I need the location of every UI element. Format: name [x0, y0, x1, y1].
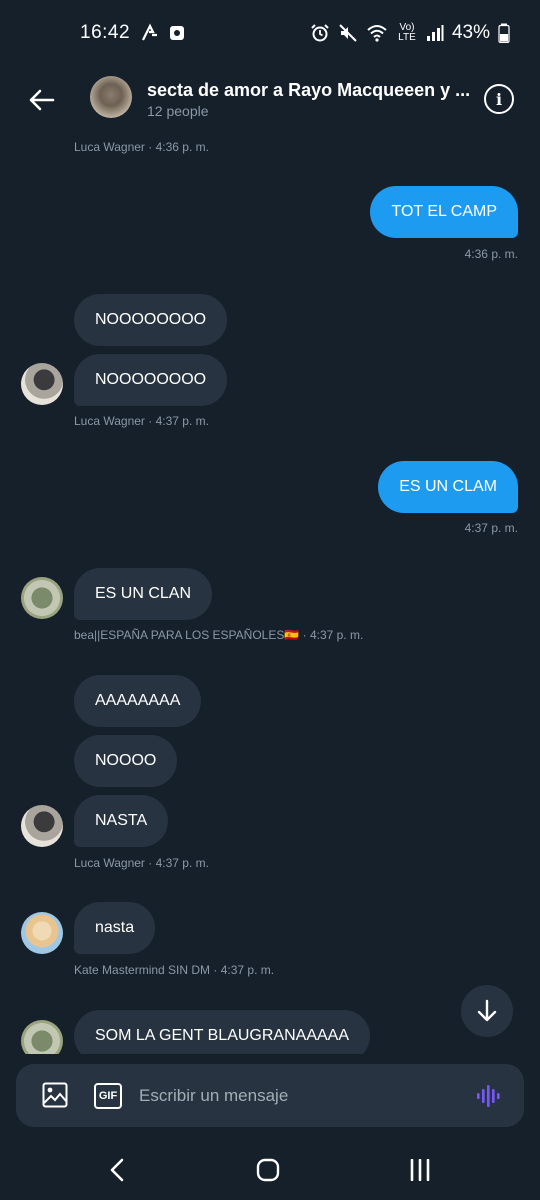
nav-recents-button[interactable] [402, 1154, 438, 1186]
image-icon [42, 1082, 68, 1108]
avatar[interactable] [21, 363, 63, 405]
message-bubble-received[interactable]: ES UN CLAN [74, 568, 213, 620]
avatar[interactable] [21, 1020, 63, 1054]
app-notification-icon [142, 23, 158, 41]
alarm-icon [311, 24, 329, 42]
message-bubble-received[interactable]: nasta [74, 902, 156, 954]
avatar[interactable] [21, 577, 63, 619]
message-bubble-received[interactable]: NOOOOOOOO [74, 294, 228, 346]
message-bubble-received[interactable]: SOM LA GENT BLAUGRANAAAAA [74, 1010, 371, 1054]
mute-icon [339, 24, 357, 42]
nav-home-button[interactable] [250, 1154, 286, 1186]
voice-waveform-icon [477, 1085, 500, 1107]
network-label: Vo) LTE [398, 22, 416, 43]
message-bubble-received[interactable]: NOOOOOOOO [74, 354, 228, 406]
info-icon: i [495, 89, 503, 109]
message-bubble-received[interactable]: AAAAAAAA [74, 675, 202, 727]
status-time: 16:42 [80, 22, 131, 43]
signal-icon [426, 25, 444, 41]
voice-message-button[interactable] [476, 1083, 502, 1114]
group-member-count: 12 people [147, 103, 209, 119]
system-navigation-bar [0, 1140, 540, 1200]
back-button[interactable] [26, 84, 58, 116]
wifi-icon [367, 25, 387, 42]
message-meta: Kate Mastermind SIN DM · 4:37 p. m. [74, 963, 275, 977]
avatar[interactable] [21, 912, 63, 954]
message-composer: GIF [16, 1064, 524, 1127]
message-bubble-sent[interactable]: TOT EL CAMP [370, 186, 518, 238]
message-meta: bea||ESPAÑA PARA LOS ESPAÑOLES🇪🇸 · 4:37 … [74, 628, 364, 642]
arrow-down-icon [477, 999, 497, 1022]
app-notification-icon-2 [170, 26, 185, 40]
message-bubble-sent[interactable]: ES UN CLAM [378, 461, 518, 513]
status-bar: 16:42 Vo) LTE 43% [0, 0, 540, 66]
message-bubble-received[interactable]: NASTA [74, 795, 169, 847]
message-meta: 4:37 p. m. [464, 521, 518, 535]
nav-back-icon [110, 1158, 124, 1182]
group-avatar[interactable] [90, 76, 132, 118]
scroll-to-bottom-button[interactable] [461, 985, 513, 1037]
nav-recents-icon [410, 1159, 430, 1181]
group-title[interactable]: secta de amor a Rayo Macqueeen y ... [147, 80, 479, 101]
gif-button[interactable]: GIF [94, 1083, 122, 1109]
nav-back-button[interactable] [99, 1154, 135, 1186]
battery-icon [498, 23, 510, 43]
battery-percent: 43% [451, 22, 490, 43]
message-meta: 4:36 p. m. [464, 247, 518, 261]
message-meta: Luca Wagner · 4:37 p. m. [74, 856, 209, 870]
clipped-message-row: SOM LA GENT BLAUGRANAAAAA [0, 1000, 540, 1054]
add-image-button[interactable] [42, 1082, 68, 1113]
avatar[interactable] [21, 805, 63, 847]
message-meta: Luca Wagner · 4:36 p. m. [74, 140, 209, 154]
message-meta: Luca Wagner · 4:37 p. m. [74, 414, 209, 428]
message-input[interactable] [139, 1080, 459, 1112]
info-button[interactable]: i [484, 84, 514, 114]
message-bubble-received[interactable]: NOOOO [74, 735, 178, 787]
conversation-header: secta de amor a Rayo Macqueeen y ... 12 … [0, 66, 540, 132]
nav-home-icon [256, 1158, 280, 1182]
arrow-left-icon [29, 89, 55, 111]
